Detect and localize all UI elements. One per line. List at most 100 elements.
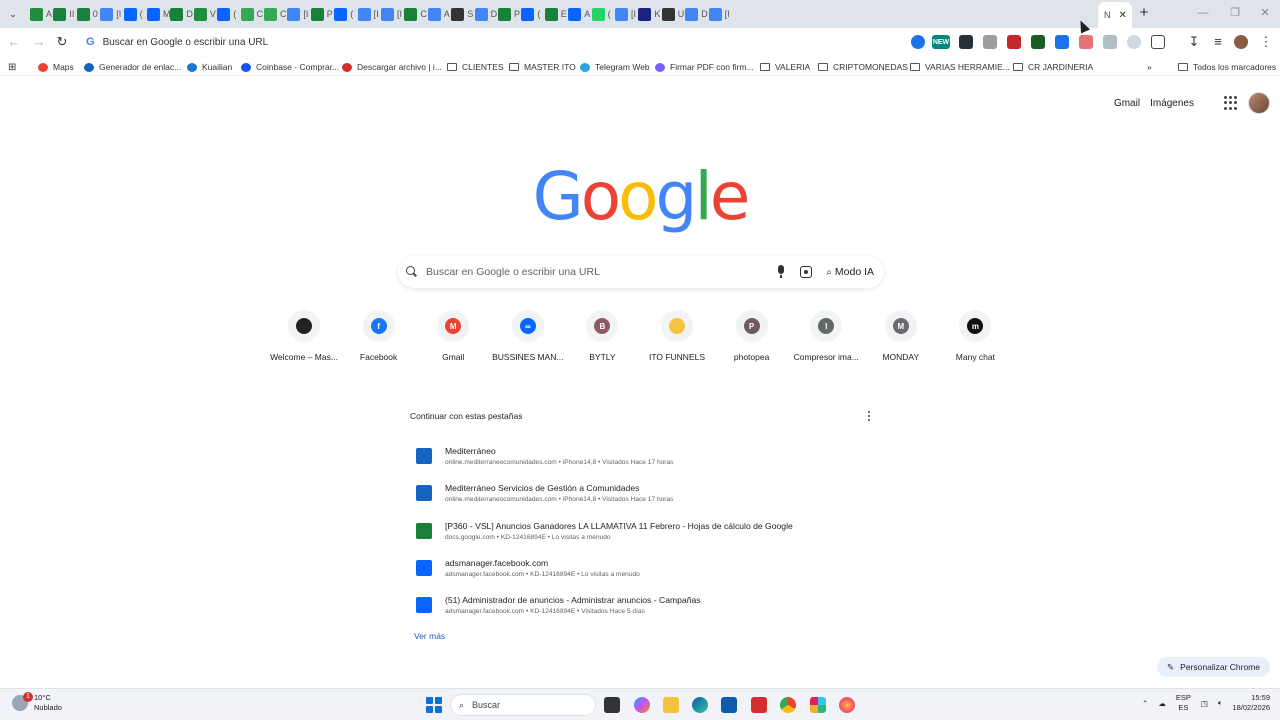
shortcut-tile[interactable]: ITO FUNNELS: [638, 310, 716, 362]
account-avatar[interactable]: [1248, 92, 1270, 114]
shortcut-tile[interactable]: M MONDAY: [862, 310, 940, 362]
extension-10-icon[interactable]: [1127, 35, 1141, 49]
browser-tab[interactable]: (: [217, 5, 236, 23]
all-bookmarks[interactable]: Todos los marcadores: [1178, 60, 1276, 74]
wifi-icon[interactable]: ◳: [1201, 699, 1208, 708]
browser-tab[interactable]: A: [427, 5, 450, 23]
continue-tab-row[interactable]: adsmanager.facebook.com adsmanager.facebo…: [402, 552, 878, 584]
forward-icon[interactable]: →: [31, 34, 47, 50]
shortcut-tile[interactable]: m Many chat: [936, 310, 1014, 362]
shortcut-tile[interactable]: Pphotopea: [713, 310, 791, 362]
new-tab-button[interactable]: +: [1137, 5, 1151, 21]
browser-tab[interactable]: [I: [100, 5, 121, 23]
firefox-icon[interactable]: [839, 697, 855, 713]
translate-icon[interactable]: [1055, 35, 1069, 49]
extension-1-icon[interactable]: [911, 35, 925, 49]
bookmark-item[interactable]: Telegram Web: [580, 60, 650, 74]
active-tab[interactable]: N ✕: [1098, 2, 1132, 28]
bookmark-item[interactable]: VALERIA: [760, 60, 810, 74]
store-icon[interactable]: [721, 697, 737, 713]
slack-icon[interactable]: [810, 697, 826, 713]
bookmark-item[interactable]: MASTER ITO: [509, 60, 576, 74]
browser-tab[interactable]: C: [264, 5, 287, 23]
continue-tab-row[interactable]: Mediterráneo Servicios de Gestión a Comu…: [402, 477, 878, 509]
ai-mode-button[interactable]: ⌕ Modo IA: [826, 266, 874, 278]
browser-tab[interactable]: [I: [381, 5, 402, 23]
weather-widget[interactable]: 1 10°C Nublado: [12, 692, 62, 713]
volume-icon[interactable]: 🔈︎: [1218, 698, 1223, 708]
continue-tab-row[interactable]: Mediterráneo online.mediterraneocomunidad…: [402, 440, 878, 472]
browser-tab[interactable]: P: [498, 5, 520, 23]
microphone-icon[interactable]: [776, 265, 786, 279]
see-more-link[interactable]: Ver más: [414, 631, 445, 641]
shortcut-tile[interactable]: ∞ BUSSINES MAN...: [489, 310, 567, 362]
bookmark-item[interactable]: Coinbase - Comprar...: [241, 60, 339, 74]
extension-8-icon[interactable]: [1079, 35, 1093, 49]
browser-tab[interactable]: C: [404, 5, 427, 23]
bookmark-item[interactable]: Generador de enlac...: [84, 60, 181, 74]
apps-grid-icon[interactable]: ⊞: [8, 60, 16, 74]
bookmark-item[interactable]: Firmar PDF con firm...: [655, 60, 754, 74]
continue-tab-row[interactable]: (51) Administrador de anuncios - Adminis…: [402, 589, 878, 621]
tab-search-chevron-icon[interactable]: ⌄: [5, 6, 21, 22]
extension-6-icon[interactable]: [1031, 35, 1045, 49]
browser-tab[interactable]: A: [30, 5, 52, 23]
browser-tab[interactable]: S: [451, 5, 473, 23]
network-drive-icon[interactable]: ☁: [1158, 699, 1166, 708]
extension-9-icon[interactable]: [1103, 35, 1117, 49]
minimize-icon[interactable]: —: [1196, 5, 1210, 21]
chrome-icon[interactable]: [780, 697, 796, 713]
browser-tab[interactable]: (: [591, 5, 611, 23]
task-view-icon[interactable]: [604, 697, 620, 713]
bookmark-item[interactable]: CRIPTOMONEDAS: [818, 60, 908, 74]
browser-tab[interactable]: [I: [287, 5, 308, 23]
close-tab-icon[interactable]: ✕: [1119, 10, 1127, 21]
language-indicator[interactable]: ESP ES: [1176, 693, 1191, 713]
search-input[interactable]: Buscar en Google o escribir una URL: [426, 266, 776, 278]
shortcut-tile[interactable]: f Facebook: [340, 310, 418, 362]
browser-tab[interactable]: [I: [708, 5, 730, 23]
google-lens-icon[interactable]: [800, 266, 813, 278]
profile-avatar-icon[interactable]: [1234, 35, 1248, 49]
restore-icon[interactable]: ❐: [1228, 5, 1242, 21]
browser-tab[interactable]: (: [123, 5, 143, 23]
tray-chevron-icon[interactable]: ⌃: [1142, 699, 1148, 708]
camera-icon[interactable]: [983, 35, 997, 49]
browser-tab[interactable]: 0: [76, 5, 98, 23]
browser-tab[interactable]: II: [53, 5, 74, 23]
shortcut-tile[interactable]: Welcome – Mas...: [265, 310, 343, 362]
browser-tab[interactable]: D: [170, 5, 193, 23]
browser-tab[interactable]: [I: [357, 5, 379, 23]
gmail-link[interactable]: Gmail: [1114, 98, 1140, 109]
browser-tab[interactable]: V: [193, 5, 216, 23]
edge-icon[interactable]: [692, 697, 708, 713]
search-box[interactable]: Buscar en Google o escribir una URL ⌕ Mo…: [398, 256, 884, 288]
shortcut-tile[interactable]: I Compresor ima...: [787, 310, 865, 362]
taskbar-search[interactable]: ⌕ Buscar: [450, 694, 596, 716]
browser-tab[interactable]: (: [521, 5, 540, 23]
reload-icon[interactable]: ↻: [54, 34, 70, 50]
download-icon[interactable]: ↧: [1186, 34, 1202, 50]
bookmarks-more-icon[interactable]: »: [1147, 60, 1152, 74]
images-link[interactable]: Imágenes: [1150, 98, 1194, 109]
extension-5-icon[interactable]: [1007, 35, 1021, 49]
browser-tab[interactable]: D: [474, 5, 497, 23]
browser-tab[interactable]: P: [310, 5, 333, 23]
continue-menu-icon[interactable]: [867, 410, 870, 422]
copilot-icon[interactable]: [634, 697, 650, 713]
bookmark-item[interactable]: Descargar archivo | i...: [342, 60, 442, 74]
extension-new-icon[interactable]: NEW: [932, 35, 950, 49]
pdf-app-icon[interactable]: [751, 697, 767, 713]
continue-tab-row[interactable]: [P360 - VSL] Anuncios Ganadores LA LLAMA…: [402, 515, 878, 547]
browser-tab[interactable]: A: [568, 5, 590, 23]
back-icon[interactable]: ←: [6, 34, 22, 50]
browser-tab[interactable]: C: [240, 5, 263, 23]
menu-kebab-icon[interactable]: ⋮: [1258, 34, 1274, 50]
close-window-icon[interactable]: ✕: [1258, 5, 1272, 21]
browser-tab[interactable]: D: [685, 5, 708, 23]
extensions-puzzle-icon[interactable]: [1151, 35, 1165, 49]
browser-tab[interactable]: (: [334, 5, 353, 23]
bookmark-item[interactable]: Maps: [38, 60, 74, 74]
customize-chrome-button[interactable]: ✎ Personalizar Chrome: [1157, 657, 1270, 677]
browser-tab[interactable]: K: [638, 5, 660, 23]
